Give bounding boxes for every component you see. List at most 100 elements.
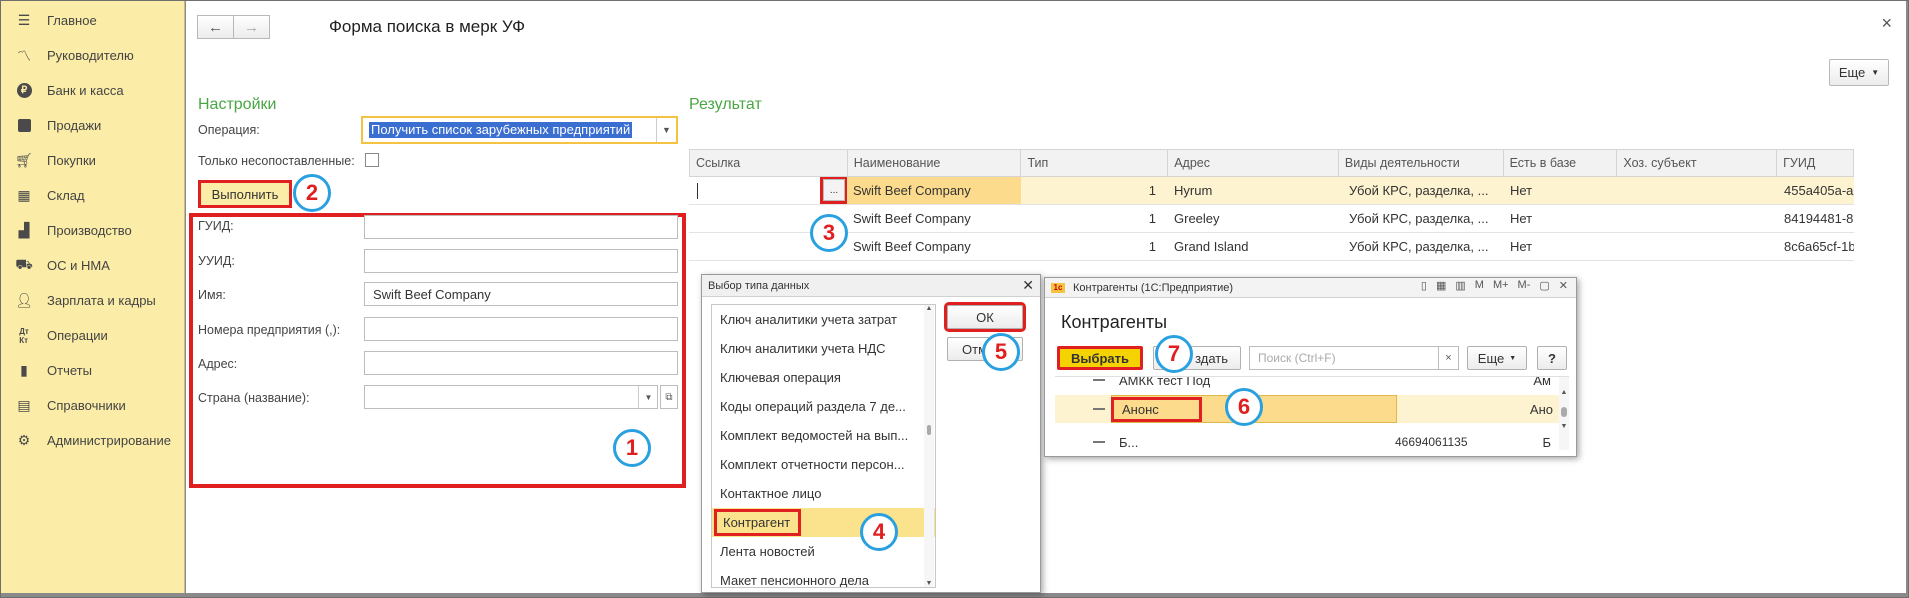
sidebar-item-salary[interactable]: 👤︎ Зарплата и кадры xyxy=(1,283,184,318)
column-header[interactable]: Виды деятельности xyxy=(1339,150,1504,176)
counterparty-dialog: 1c Контрагенты (1С:Предприятие) ▯ ▦ ▥ M … xyxy=(1044,277,1577,457)
sidebar-item-label: Главное xyxy=(47,13,97,28)
column-header[interactable]: Хоз. субъект xyxy=(1617,150,1778,176)
column-header[interactable]: Есть в базе xyxy=(1504,150,1618,176)
only-unmatched-label: Только несопоставленные: xyxy=(198,154,355,168)
list-item-selected[interactable]: Контрагент xyxy=(712,508,935,537)
clear-search-icon[interactable]: × xyxy=(1439,346,1459,370)
scroll-up-icon[interactable]: ▲ xyxy=(924,305,934,312)
settings-heading: Настройки xyxy=(198,96,277,113)
forward-button[interactable]: → xyxy=(233,15,270,39)
ellipsis-button[interactable]: ... xyxy=(820,177,847,204)
country-input[interactable] xyxy=(364,385,658,409)
run-button[interactable]: Выполнить xyxy=(198,180,292,208)
column-header[interactable]: Адрес xyxy=(1168,150,1339,176)
address-input[interactable] xyxy=(364,351,678,375)
column-header[interactable]: Наименование xyxy=(848,150,1022,176)
chevron-down-icon[interactable]: ▼ xyxy=(656,118,676,142)
close-icon[interactable]: ✕ xyxy=(1559,279,1568,292)
list-item[interactable]: Ключ аналитики учета затрат xyxy=(712,305,935,334)
scroll-thumb[interactable] xyxy=(1561,407,1567,417)
memory-minus-button[interactable]: M- xyxy=(1518,279,1531,292)
cart-icon: 🛒︎ xyxy=(15,152,33,168)
table-row[interactable]: Swift Beef Company 1 Greeley Убой КРС, р… xyxy=(689,205,1854,233)
sidebar-item-assets[interactable]: ⛟ ОС и НМА xyxy=(1,248,184,283)
counterparty-tail: Б xyxy=(1542,434,1551,450)
arrow-right-icon: → xyxy=(244,18,259,36)
sidebar-item-label: Банк и касса xyxy=(47,83,124,98)
dialog-window-title: Контрагенты (1С:Предприятие) xyxy=(1073,281,1234,294)
memory-plus-button[interactable]: M+ xyxy=(1493,279,1509,292)
scroll-down-icon[interactable]: ▼ xyxy=(1559,423,1569,430)
chevron-down-icon[interactable]: ▼ xyxy=(638,386,658,408)
activity-cell: Убой КРС, разделка, ... xyxy=(1349,211,1489,226)
enterprise-numbers-label: Номера предприятия (,): xyxy=(198,323,341,337)
sidebar-item-admin[interactable]: ⚙ Администрирование xyxy=(1,423,184,458)
table-row[interactable]: Swift Beef Company 1 Grand Island Убой К… xyxy=(689,233,1854,261)
item-icon xyxy=(1093,408,1105,410)
calculator-icon[interactable]: ▦ xyxy=(1436,279,1446,292)
sidebar-item-bank[interactable]: ₽ Банк и касса xyxy=(1,73,184,108)
sidebar-item-production[interactable]: ▟ Производство xyxy=(1,213,184,248)
sidebar-item-main[interactable]: ☰ Главное xyxy=(1,3,184,38)
select-button[interactable]: Выбрать xyxy=(1057,346,1143,370)
sidebar-item-reports[interactable]: ▮ Отчеты xyxy=(1,353,184,388)
sidebar-item-sales[interactable]: Продажи xyxy=(1,108,184,143)
counterparty-name: Анонс xyxy=(1111,396,1202,422)
name-input[interactable]: Swift Beef Company xyxy=(364,282,678,306)
maximize-icon[interactable]: ▢ xyxy=(1539,279,1549,292)
list-item[interactable]: Коды операций раздела 7 де... xyxy=(712,392,935,421)
address-cell: Greeley xyxy=(1174,211,1220,226)
guid-input[interactable] xyxy=(364,215,678,239)
help-button[interactable]: ? xyxy=(1537,346,1567,370)
open-icon[interactable]: ⧉ xyxy=(660,385,678,409)
table-row[interactable]: Б... 46694061135 Б xyxy=(1055,429,1569,450)
column-header[interactable]: Ссылка xyxy=(690,150,848,176)
scroll-up-icon[interactable]: ▲ xyxy=(1559,389,1569,396)
list-item[interactable]: Макет пенсионного дела xyxy=(712,566,935,587)
item-icon xyxy=(1093,441,1105,443)
ok-button[interactable]: ОК xyxy=(944,302,1026,332)
back-button[interactable]: ← xyxy=(197,15,234,39)
sidebar-item-purchases[interactable]: 🛒︎ Покупки xyxy=(1,143,184,178)
guid-label: ГУИД: xyxy=(198,219,234,233)
calendar-icon[interactable]: ▥ xyxy=(1455,279,1465,292)
column-header[interactable]: ГУИД xyxy=(1777,150,1853,176)
link-cell[interactable]: ... xyxy=(689,177,847,204)
list-item[interactable]: Лента новостей xyxy=(712,537,935,566)
counterparty-tail: Ано xyxy=(1529,401,1553,417)
operation-select[interactable]: Получить список зарубежных предприятий ▼ xyxy=(361,116,678,144)
type-cell: 1 xyxy=(1148,239,1156,254)
list-item[interactable]: Контактное лицо xyxy=(712,479,935,508)
table-row[interactable]: АМКК тест Под Ам xyxy=(1055,377,1569,393)
table-row[interactable]: ... Swift Beef Company 1 Hyrum Убой КРС,… xyxy=(689,177,1854,205)
scroll-down-icon[interactable]: ▼ xyxy=(924,580,934,587)
type-list: Ключ аналитики учета затрат Ключ аналити… xyxy=(711,304,936,588)
list-item[interactable]: Ключевая операция xyxy=(712,363,935,392)
list-item[interactable]: Ключ аналитики учета НДС xyxy=(712,334,935,363)
sidebar-item-manager[interactable]: 〽 Руководителю xyxy=(1,38,184,73)
memory-button[interactable]: M xyxy=(1475,279,1484,292)
table-row-selected[interactable]: Анонс Ано xyxy=(1055,395,1569,423)
close-icon[interactable]: × xyxy=(1881,13,1892,34)
step-badge-1: 1 xyxy=(613,429,651,467)
scrollbar[interactable]: ▲ ▼ xyxy=(924,305,934,587)
column-header[interactable]: Тип xyxy=(1021,150,1169,176)
only-unmatched-checkbox[interactable] xyxy=(365,153,379,167)
step-badge-6: 6 xyxy=(1225,388,1263,426)
list-item[interactable]: Комплект ведомостей на вып... xyxy=(712,421,935,450)
sidebar-item-label: Склад xyxy=(47,188,85,203)
uuid-input[interactable] xyxy=(364,249,678,273)
list-item[interactable]: Комплект отчетности персон... xyxy=(712,450,935,479)
more-button[interactable]: Еще ▼ xyxy=(1467,346,1527,370)
enterprise-numbers-input[interactable] xyxy=(364,317,678,341)
sidebar-item-warehouse[interactable]: ▦ Склад xyxy=(1,178,184,213)
sidebar-item-catalogs[interactable]: ▤ Справочники xyxy=(1,388,184,423)
close-icon[interactable]: ✕ xyxy=(1022,277,1034,294)
document-icon[interactable]: ▯ xyxy=(1421,279,1427,292)
scroll-thumb[interactable] xyxy=(927,425,931,435)
search-input[interactable]: Поиск (Ctrl+F) xyxy=(1249,346,1439,370)
sidebar-item-operations[interactable]: Дт Кт Операции xyxy=(1,318,184,353)
scrollbar[interactable]: ▲ ▼ xyxy=(1559,377,1569,450)
more-button[interactable]: Еще ▼ xyxy=(1829,59,1889,86)
